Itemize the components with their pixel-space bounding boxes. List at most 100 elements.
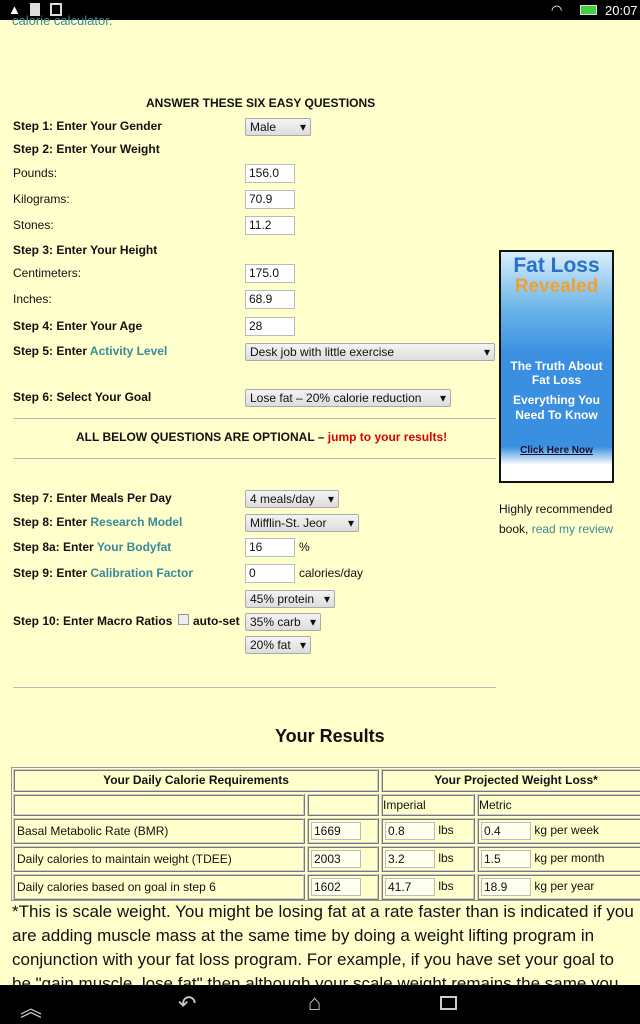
imperial-header: Imperial (381, 794, 475, 816)
dropdown-arrow-icon: ▾ (299, 120, 306, 134)
gender-select[interactable]: Male ▾ (245, 118, 311, 136)
ad-caption: Highly recommended book, read my review (499, 499, 629, 539)
ad-line2: Everything You Need To Know (513, 393, 600, 422)
navigation-bar: ︽ ↶ ⌂ (0, 985, 640, 1024)
lbs-unit: lbs (438, 851, 454, 866)
empty-cell (307, 794, 379, 816)
calories-output: 2003 (311, 850, 361, 868)
step2-label: Step 2: Enter Your Weight (13, 142, 160, 156)
model-select[interactable]: Mifflin-St. Jeor ▾ (245, 514, 359, 532)
calorie-calculator-link[interactable]: calorie calculator. (12, 13, 112, 28)
calories-output: 1669 (311, 822, 361, 840)
jump-to-results-link[interactable]: jump to your results! (328, 430, 447, 444)
step8a-text: Step 8a: Enter (13, 540, 97, 554)
kg-unit: kg per month (534, 851, 605, 866)
ad-cta-link[interactable]: Click Here Now (501, 445, 612, 456)
dropdown-arrow-icon: ▾ (439, 391, 446, 405)
row-label: Daily calories based on goal in step 6 (13, 874, 305, 900)
meals-select[interactable]: 4 meals/day ▾ (245, 490, 339, 508)
calibration-input[interactable]: 0 (245, 564, 295, 583)
results-table: Your Daily Calorie Requirements Your Pro… (11, 767, 640, 901)
protein-select[interactable]: 45% protein ▾ (245, 590, 335, 608)
autoset-label: auto-set (193, 614, 240, 628)
divider (13, 687, 496, 688)
step8-label: Step 8: Enter Research Model (13, 515, 182, 529)
step1-label: Step 1: Enter Your Gender (13, 119, 162, 133)
pounds-input[interactable]: 156.0 (245, 164, 295, 183)
kilograms-input[interactable]: 70.9 (245, 190, 295, 209)
step10-label: Step 10: Enter Macro Ratios (13, 614, 173, 628)
centimeters-input[interactable]: 175.0 (245, 264, 295, 283)
metric-header: Metric (477, 794, 640, 816)
step4-label: Step 4: Enter Your Age (13, 319, 143, 333)
step3-label: Step 3: Enter Your Height (13, 243, 158, 257)
pounds-label: Pounds: (13, 166, 58, 180)
home-icon[interactable]: ⌂ (308, 990, 321, 1016)
results-title: Your Results (275, 726, 385, 746)
lbs-output: 41.7 (385, 878, 435, 896)
activity-level-link[interactable]: Activity Level (90, 344, 167, 358)
carb-select[interactable]: 35% carb ▾ (245, 613, 321, 631)
lbs-output: 3.2 (385, 850, 435, 868)
footnote: *This is scale weight. You might be losi… (12, 902, 634, 985)
dropdown-arrow-icon: ▾ (483, 345, 490, 359)
fat-loss-revealed-ad[interactable]: Fat Loss Revealed The Truth About Fat Lo… (499, 250, 614, 483)
goal-value: Lose fat – 20% calorie reduction (250, 391, 422, 405)
centimeters-label: Centimeters: (13, 266, 82, 280)
kg-output: 18.9 (481, 878, 531, 896)
ad-image (501, 297, 612, 359)
questions-heading: ANSWER THESE SIX EASY QUESTIONS (146, 96, 376, 110)
calorie-requirements-header: Your Daily Calorie Requirements (13, 769, 379, 792)
fat-value: 20% fat (250, 638, 291, 652)
bodyfat-input[interactable]: 16 (245, 538, 295, 557)
goal-select[interactable]: Lose fat – 20% calorie reduction ▾ (245, 389, 451, 407)
fat-select[interactable]: 20% fat ▾ (245, 636, 311, 654)
kg-unit: kg per year (534, 879, 595, 894)
lbs-unit: lbs (438, 879, 454, 894)
age-input[interactable]: 28 (245, 317, 295, 336)
ad-subtitle: Revealed (514, 276, 599, 297)
ad-title: Fat Loss (513, 254, 600, 277)
weight-loss-header: Your Projected Weight Loss* (381, 769, 640, 792)
step5-label: Step 5: Enter Activity Level (13, 344, 167, 358)
calories-cell: 1669 (307, 818, 379, 844)
gender-value: Male (250, 120, 277, 134)
imperial-cell: 3.2 lbs (381, 846, 475, 872)
battery-icon (580, 5, 597, 15)
calories-cell: 2003 (307, 846, 379, 872)
step7-label: Step 7: Enter Meals Per Day (13, 491, 172, 505)
step5-text: Step 5: Enter (13, 344, 90, 358)
recent-apps-icon[interactable] (440, 996, 457, 1010)
calories-output: 1602 (311, 878, 361, 896)
row-label: Daily calories to maintain weight (TDEE) (13, 846, 305, 872)
lbs-output: 0.8 (385, 822, 435, 840)
optional-text: ALL BELOW QUESTIONS ARE OPTIONAL – (76, 430, 328, 444)
bodyfat-unit: % (299, 540, 310, 554)
protein-value: 45% protein (250, 592, 315, 606)
recent-up-icon[interactable]: ︽ (20, 991, 42, 1023)
autoset-checkbox[interactable] (178, 614, 189, 625)
stones-input[interactable]: 11.2 (245, 216, 295, 235)
research-model-link[interactable]: Research Model (90, 515, 182, 529)
dropdown-arrow-icon: ▾ (323, 592, 330, 606)
clock: 20:07 (605, 3, 638, 18)
dropdown-arrow-icon: ▾ (299, 638, 306, 652)
lbs-unit: lbs (438, 823, 454, 838)
calibration-factor-link[interactable]: Calibration Factor (90, 566, 193, 580)
carb-value: 35% carb (250, 615, 301, 629)
divider (13, 458, 496, 459)
back-icon[interactable]: ↶ (178, 991, 196, 1017)
read-review-link[interactable]: read my review (532, 522, 613, 536)
kg-unit: kg per week (534, 823, 600, 838)
activity-select[interactable]: Desk job with little exercise ▾ (245, 343, 495, 361)
inches-input[interactable]: 68.9 (245, 290, 295, 309)
step9-label: Step 9: Enter Calibration Factor (13, 566, 193, 580)
metric-cell: 18.9 kg per year (477, 874, 640, 900)
kg-output: 0.4 (481, 822, 531, 840)
wifi-icon: ◠ (551, 2, 563, 17)
bodyfat-link[interactable]: Your Bodyfat (97, 540, 171, 554)
ad-line1: The Truth About Fat Loss (510, 359, 603, 387)
dropdown-arrow-icon: ▾ (327, 492, 334, 506)
inches-label: Inches: (13, 292, 52, 306)
model-value: Mifflin-St. Jeor (250, 516, 327, 530)
